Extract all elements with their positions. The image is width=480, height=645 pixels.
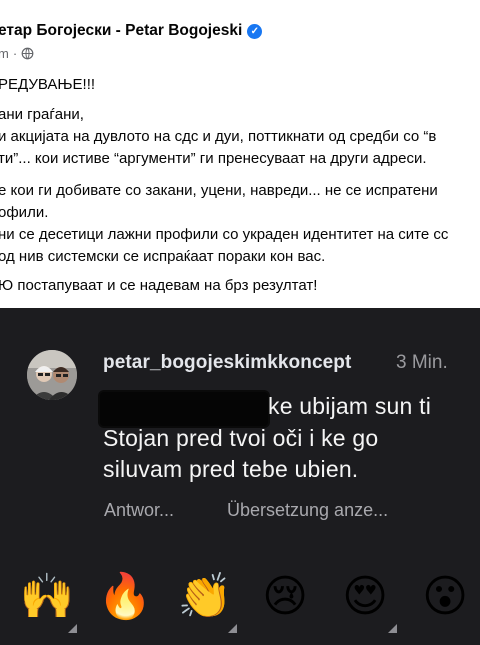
verified-badge-icon: ✓ — [247, 23, 263, 39]
post-line: ти”... кои истиве “аргументи” ги пренесу… — [0, 150, 427, 167]
comment-text-line-1: ke ubijam sun ti — [268, 393, 431, 419]
post-line: Ю постапуваат и се надевам на брз резулт… — [0, 277, 318, 294]
avatar[interactable] — [27, 350, 77, 400]
comment-text-line-3: siluvam pred tebe ubien. — [103, 456, 359, 482]
post-line: и акцијата на дувлото на сдс и дуи, потт… — [0, 128, 437, 145]
facebook-post: етар Богојески - Petar Bogojeski ✓ m · Р… — [0, 0, 480, 308]
fire-icon[interactable]: 🔥 — [96, 568, 154, 626]
corner-marker-icon — [68, 624, 77, 633]
separator-dot: · — [12, 45, 18, 61]
comment-time: 3 Min. — [396, 352, 448, 373]
post-line: од нив системски се испраќаат пораки кон… — [0, 248, 326, 265]
post-line: РЕДУВАЊЕ!!! — [0, 76, 96, 93]
crying-face-icon[interactable]: 😢 — [256, 568, 314, 626]
post-line: офили. — [0, 204, 49, 221]
corner-marker-icon — [228, 624, 237, 633]
heart-eyes-face-icon[interactable]: 😍 — [336, 568, 394, 626]
redaction-scribble — [100, 392, 268, 426]
reply-button[interactable]: Antwor... — [104, 500, 174, 521]
comment-username[interactable]: petar_bogojeskimkkoncept — [103, 352, 351, 374]
author-name[interactable]: етар Богојески - Petar Bogojeski — [0, 22, 242, 40]
see-translation-button[interactable]: Übersetzung anze... — [227, 500, 388, 521]
raising-hands-icon[interactable]: 🙌 — [18, 568, 76, 626]
post-header: етар Богојески - Petar Bogojeski ✓ — [0, 20, 263, 42]
post-line: ани граѓани, — [0, 106, 84, 123]
avatar-photo-icon — [27, 350, 77, 400]
comment-text-line-2: Stojan pred tvoi oči i ke go — [103, 425, 379, 451]
corner-marker-icon — [388, 624, 397, 633]
post-meta: m · — [0, 45, 34, 61]
post-time[interactable]: m — [0, 46, 9, 61]
globe-icon — [21, 47, 34, 59]
post-line: ни се десетици лажни профили со украден … — [0, 226, 449, 243]
surprised-face-icon[interactable]: 😮 — [416, 568, 474, 626]
clapping-hands-icon[interactable]: 👏 — [176, 568, 234, 626]
post-line: е кои ги добивате со закани, уцени, навр… — [0, 182, 438, 199]
